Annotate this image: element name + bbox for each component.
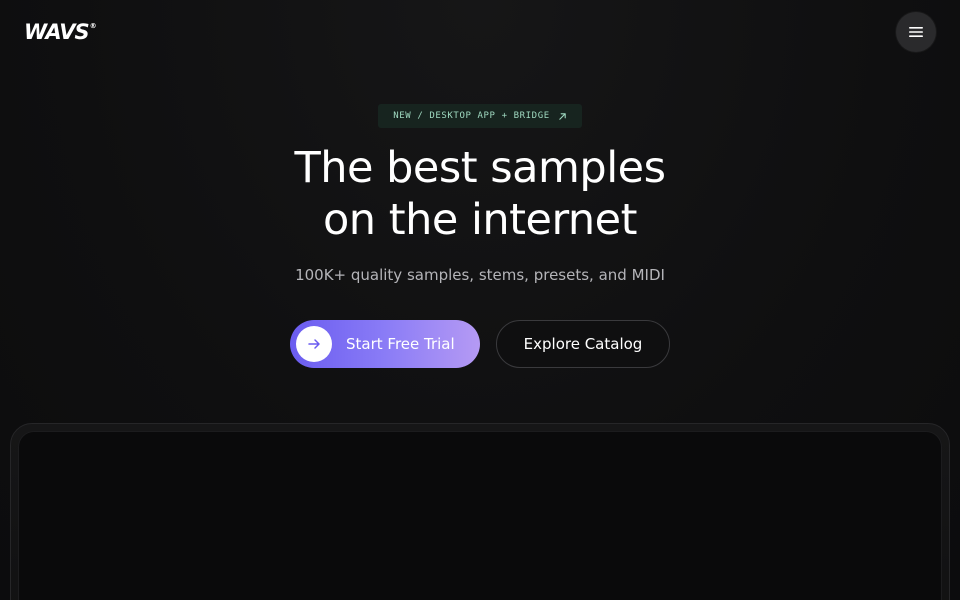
hero-headline: The best samples on the internet bbox=[0, 142, 960, 246]
start-free-trial-button[interactable]: Start Free Trial bbox=[290, 320, 480, 368]
menu-button[interactable] bbox=[896, 12, 936, 52]
hero-subheadline: 100K+ quality samples, stems, presets, a… bbox=[295, 266, 665, 284]
app-preview-screen bbox=[18, 431, 942, 600]
announcement-badge[interactable]: NEW / DESKTOP APP + BRIDGE bbox=[378, 104, 582, 128]
site-header: WAVS® bbox=[0, 0, 960, 64]
arrow-right-icon bbox=[308, 339, 320, 349]
page: WAVS® NEW / DESKTOP APP + BRIDGE The bes… bbox=[0, 0, 960, 600]
explore-catalog-label: Explore Catalog bbox=[523, 335, 643, 353]
logo-text: WAVS bbox=[24, 20, 90, 44]
arrow-up-right-icon bbox=[558, 112, 566, 120]
start-free-trial-label: Start Free Trial bbox=[346, 335, 455, 353]
registered-mark: ® bbox=[89, 22, 97, 30]
headline-line-1: The best samples bbox=[294, 143, 666, 193]
wavs-logo[interactable]: WAVS® bbox=[24, 19, 97, 45]
explore-catalog-button[interactable]: Explore Catalog bbox=[496, 320, 670, 368]
headline-line-2: on the internet bbox=[323, 195, 637, 245]
arrow-circle bbox=[296, 326, 332, 362]
hamburger-menu-icon bbox=[909, 27, 923, 37]
badge-label: NEW / DESKTOP APP + BRIDGE bbox=[393, 111, 550, 121]
app-preview-frame bbox=[10, 423, 950, 600]
